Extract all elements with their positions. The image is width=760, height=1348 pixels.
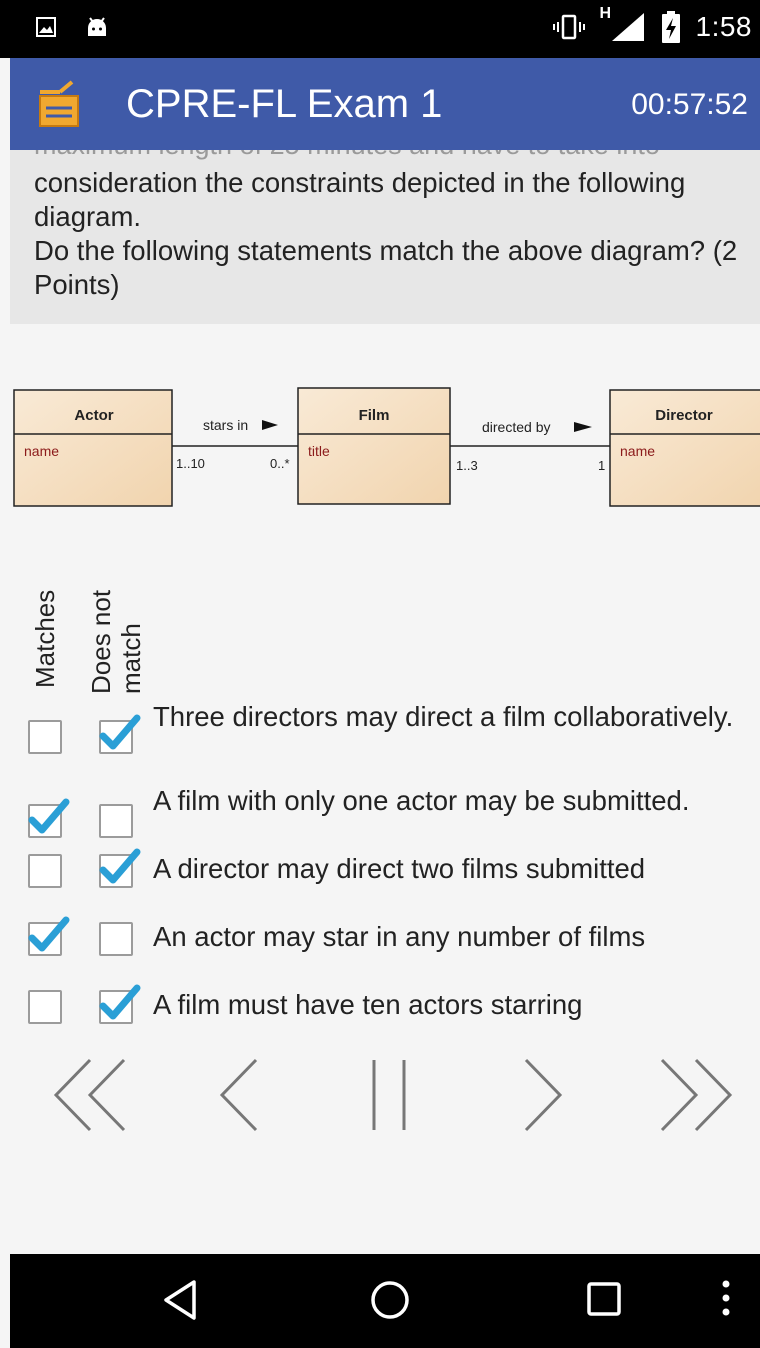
direction-arrow-icon xyxy=(262,420,278,430)
does-not-match-checkbox[interactable] xyxy=(99,984,141,1024)
checkmark-icon xyxy=(99,848,141,884)
matches-checkbox[interactable] xyxy=(28,990,62,1024)
matches-checkbox[interactable] xyxy=(28,720,62,754)
checkmark-icon xyxy=(99,714,141,750)
column-header-matches: Matches xyxy=(30,590,60,688)
statement-text: A film with only one actor may be submit… xyxy=(153,785,690,816)
next-question-button[interactable] xyxy=(518,1050,568,1140)
class-name-director: Director xyxy=(655,407,713,424)
attribute-director-name: name xyxy=(620,443,655,459)
attribute-actor-name: name xyxy=(24,443,59,459)
uml-class-film: Film title xyxy=(297,387,451,505)
question-text: consideration the constraints depicted i… xyxy=(34,166,754,302)
multiplicity-film-side: 0..* xyxy=(270,456,290,471)
exam-logo-icon xyxy=(39,80,79,127)
battery-charging-icon xyxy=(661,11,680,43)
statement-text: Three directors may direct a film collab… xyxy=(153,701,734,732)
status-bar: H 1:58 xyxy=(0,0,760,58)
signal-icon: H xyxy=(600,5,646,43)
uml-class-actor: Actor name xyxy=(13,389,173,507)
statement-row: Three directors may direct a film collab… xyxy=(0,700,760,770)
does-not-match-checkbox[interactable] xyxy=(99,804,133,838)
matches-label: Matches xyxy=(30,589,60,688)
vibrate-icon xyxy=(552,14,585,40)
android-icon xyxy=(88,17,106,36)
attribute-film-title: title xyxy=(308,443,330,459)
does-not-match-checkbox[interactable] xyxy=(99,714,141,754)
direction-arrow-icon xyxy=(574,422,592,432)
statement-row: A director may direct two films submitte… xyxy=(0,848,760,902)
statement-row: An actor may star in any number of films xyxy=(0,916,760,970)
checkmark-icon xyxy=(28,798,70,834)
does-not-match-checkbox[interactable] xyxy=(99,922,133,956)
does-not-match-checkbox[interactable] xyxy=(99,848,141,888)
matches-checkbox[interactable] xyxy=(28,854,62,888)
class-name-actor: Actor xyxy=(74,407,113,424)
clock: 1:58 xyxy=(695,11,752,42)
app-bar: CPRE-FL Exam 1 00:57:52 xyxy=(10,58,760,150)
statement-text: An actor may star in any number of films xyxy=(153,921,646,952)
uml-diagram: Actor name Film title Director name star… xyxy=(13,387,760,507)
association-label-stars-in: stars in xyxy=(203,417,248,433)
home-button[interactable] xyxy=(368,1278,412,1322)
pause-button[interactable] xyxy=(362,1050,416,1140)
uml-class-director: Director name xyxy=(609,389,760,507)
multiplicity-film-side-director: 1..3 xyxy=(456,458,478,473)
previous-question-button[interactable] xyxy=(214,1050,264,1140)
question-navigation xyxy=(0,1050,760,1140)
first-question-button[interactable] xyxy=(50,1050,132,1140)
recents-button[interactable] xyxy=(584,1278,624,1322)
overflow-menu-button[interactable] xyxy=(716,1278,736,1322)
association-label-directed-by: directed by xyxy=(482,419,550,435)
last-question-button[interactable] xyxy=(654,1050,736,1140)
multiplicity-director-side: 1 xyxy=(598,458,605,473)
exam-timer: 00:57:52 xyxy=(631,88,748,121)
matches-checkbox[interactable] xyxy=(28,916,70,956)
match-label: match xyxy=(116,623,146,694)
does-not-label: Does not xyxy=(86,589,116,694)
statement-row: A film with only one actor may be submit… xyxy=(0,784,760,838)
question-line: consideration the constraints depicted i… xyxy=(34,167,738,300)
app-title: CPRE-FL Exam 1 xyxy=(126,82,443,126)
statement-text: A director may direct two films submitte… xyxy=(153,853,646,884)
class-name-film: Film xyxy=(359,407,390,424)
back-button[interactable] xyxy=(160,1278,200,1322)
checkmark-icon xyxy=(28,916,70,952)
statement-text: A film must have ten actors starring xyxy=(153,989,583,1020)
matches-checkbox[interactable] xyxy=(28,798,70,838)
multiplicity-actor-side: 1..10 xyxy=(176,456,205,471)
system-navigation-bar xyxy=(10,1254,760,1348)
image-icon xyxy=(36,17,56,37)
question-panel: maximum length of 25 minutes and have to… xyxy=(10,150,760,324)
statement-row: A film must have ten actors starring xyxy=(0,984,760,1038)
question-text-scrolled: maximum length of 25 minutes and have to… xyxy=(34,150,660,161)
checkmark-icon xyxy=(99,984,141,1020)
column-header-does-not-match: Does not match xyxy=(86,590,146,694)
